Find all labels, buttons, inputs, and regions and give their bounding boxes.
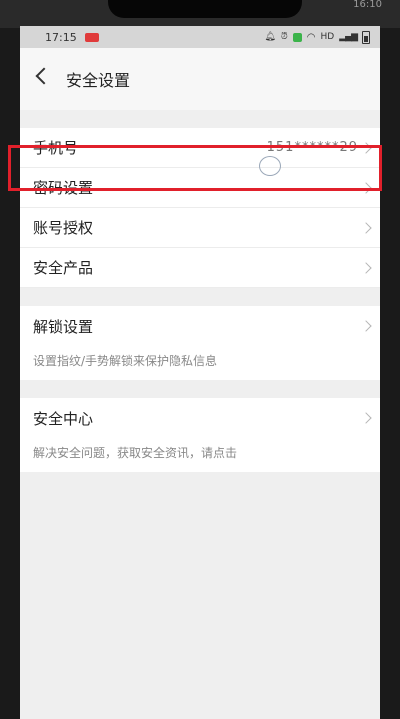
- unlock-label: 解锁设置: [33, 317, 94, 336]
- phone-label: 手机号: [33, 139, 79, 157]
- account-auth-label: 账号授权: [33, 219, 94, 237]
- password-settings-row[interactable]: 密码设置: [20, 168, 380, 208]
- alarm-icon: ⏰︎: [280, 32, 288, 42]
- page-header: 安全设置: [20, 48, 380, 110]
- network-type: HD: [320, 32, 335, 42]
- password-label: 密码设置: [33, 179, 94, 197]
- notification-icon: [84, 32, 99, 42]
- status-bar: 17:15 🔔︎ ⏰︎ ◠ HD ▂▄▆: [20, 26, 380, 48]
- security-center-row[interactable]: 安全中心: [20, 398, 380, 438]
- chevron-right-icon: [360, 261, 372, 274]
- unlock-hint: 设置指纹/手势解锁来保护隐私信息: [20, 346, 380, 380]
- account-security-group: 手机号 151******29 密码设置 账号授权 安全产品: [20, 128, 380, 288]
- unlock-group: 解锁设置 设置指纹/手势解锁来保护隐私信息: [20, 306, 380, 380]
- phone-frame: 16:10 17:15 🔔︎ ⏰︎ ◠ HD ▂▄▆ 安全设置 手机号 151*…: [0, 0, 400, 719]
- status-icons: 🔔︎ ⏰︎ ◠ HD ▂▄▆: [264, 26, 370, 48]
- hardware-top-bar: 16:10: [0, 0, 400, 28]
- wifi-icon: ◠: [306, 31, 316, 43]
- unlock-settings-row[interactable]: 解锁设置: [20, 306, 380, 346]
- chevron-right-icon: [360, 221, 372, 234]
- phone-value: 151******29: [266, 140, 358, 155]
- chevron-right-icon: [360, 181, 372, 194]
- battery-icon: [362, 30, 370, 44]
- status-time: 17:15: [45, 30, 77, 44]
- chevron-right-icon: [360, 320, 372, 332]
- page-title: 安全设置: [66, 71, 131, 90]
- chevron-right-icon: [360, 141, 372, 154]
- back-icon[interactable]: [35, 67, 53, 85]
- security-products-row[interactable]: 安全产品: [20, 248, 380, 288]
- security-center-hint: 解决安全问题，获取安全资讯，请点击: [20, 438, 380, 472]
- screen: 17:15 🔔︎ ⏰︎ ◠ HD ▂▄▆ 安全设置 手机号 151******2…: [20, 26, 380, 719]
- security-center-label: 安全中心: [33, 409, 94, 428]
- phone-row[interactable]: 手机号 151******29: [20, 128, 380, 168]
- security-center-group: 安全中心 解决安全问题，获取安全资讯，请点击: [20, 398, 380, 472]
- camera-notch: [108, 0, 302, 18]
- security-products-label: 安全产品: [33, 259, 94, 277]
- account-auth-row[interactable]: 账号授权: [20, 208, 380, 248]
- bell-icon: 🔔︎: [264, 32, 276, 42]
- chevron-right-icon: [360, 412, 372, 424]
- signal-icon: ▂▄▆: [339, 32, 358, 42]
- hardware-clock: 16:10: [353, 0, 382, 10]
- app-badge-icon: [292, 32, 302, 42]
